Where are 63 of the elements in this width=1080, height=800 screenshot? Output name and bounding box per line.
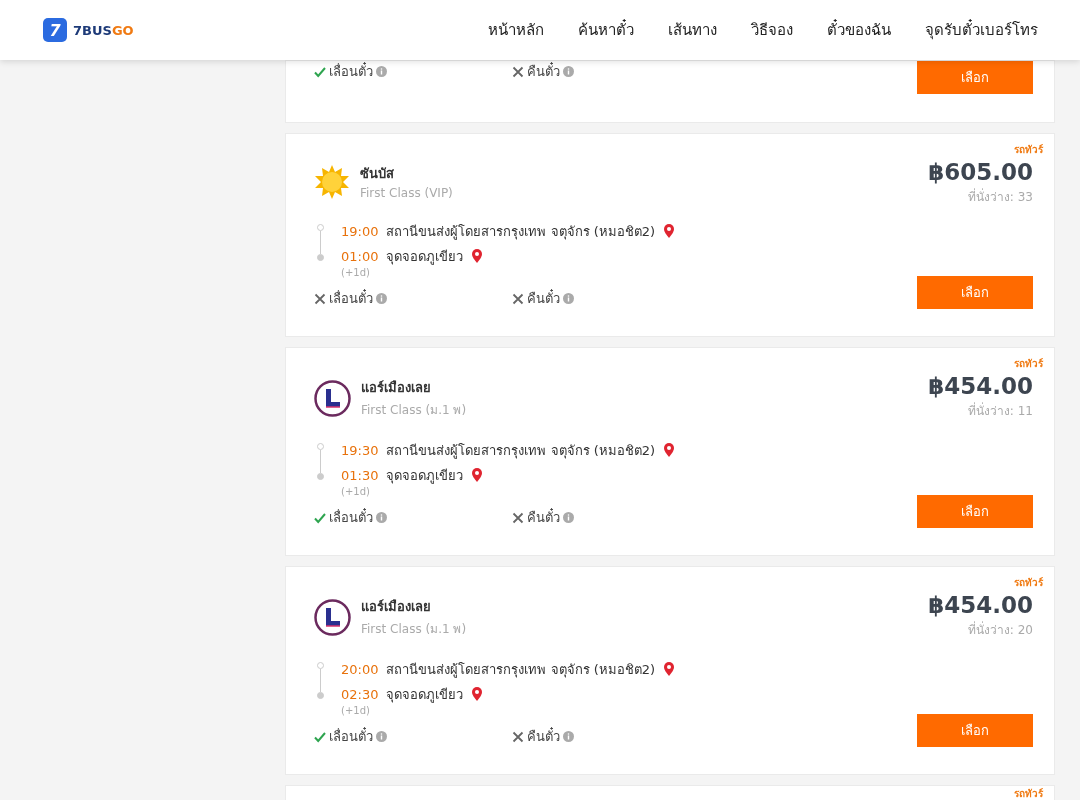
nav-link[interactable]: ตั๋วของฉัน [827,18,891,42]
stop-time: 02:30 [341,687,379,702]
map-pin-icon[interactable] [471,686,484,703]
info-icon[interactable] [376,293,387,304]
day-offset: (+1d) [341,267,371,278]
feature-label: คืนตั๋ว [527,288,560,308]
day-offset: (+1d) [341,486,371,497]
price: ฿454.00 [928,592,1033,618]
price: ฿454.00 [928,373,1033,399]
feature-label: เลื่อนตั๋ว [329,507,373,527]
stop-place: สถานีขนส่งผู้โดยสารกรุงเทพ จตุจักร (หมอชิต2) [386,441,656,461]
feature-label: เลื่อนตั๋ว [329,726,373,746]
stop-time: 01:30 [341,468,379,483]
info-icon[interactable] [563,293,574,304]
bus-type-tag: รถทัวร์ [1014,356,1043,371]
sun-logo-icon [314,163,350,200]
stop-time: 20:00 [341,661,379,677]
info-icon[interactable] [376,66,387,77]
stop-place: สถานีขนส่งผู้โดยสารกรุงเทพ จตุจักร (หมอชิต2) [386,660,656,680]
nav-link[interactable]: หน้าหลัก [488,18,544,42]
operator-name: แอร์เมืองเลย [361,598,432,616]
seats-available: ที่นั่งว่าง: 11 [967,401,1033,420]
operator-name: แอร์เมืองเลย [361,379,432,397]
stop-place: สถานีขนส่งผู้โดยสารกรุงเทพ จตุจักร (หมอชิต2) [386,222,656,242]
seats-available: ที่นั่งว่าง: 20 [967,620,1033,639]
map-pin-icon[interactable] [471,248,484,265]
map-pin-icon[interactable] [663,441,676,459]
feature-label: เลื่อนตั๋ว [329,61,373,81]
map-pin-icon[interactable] [663,222,676,240]
site-logo[interactable]: 7 7BUSGO [43,18,134,42]
stop-time: 19:00 [341,223,379,239]
nav-link[interactable]: วิธีจอง [751,18,793,42]
feature-label: คืนตั๋ว [527,726,560,746]
feature-label: คืนตั๋ว [527,507,560,527]
info-icon[interactable] [376,731,387,742]
seats-available: ที่นั่งว่าง: 33 [967,187,1033,206]
nav-link[interactable]: จุดรับตั๋วเบอร์โทร [925,18,1038,42]
info-icon[interactable] [563,512,574,523]
map-pin-icon[interactable] [663,660,676,678]
map-pin-icon[interactable] [471,467,484,484]
info-icon[interactable] [376,512,387,523]
bus-type-tag: รถทัวร์ [1014,575,1043,590]
stop-place: จุดจอดภูเขียว [386,686,464,705]
price: ฿605.00 [928,159,1033,185]
info-icon[interactable] [563,66,574,77]
bus-class: First Class (ม.1 พ) [361,402,467,419]
bus-type-tag: รถทัวร์ [1014,142,1043,157]
operator-name: ซันบัส [360,165,395,183]
feature-label: คืนตั๋ว [527,61,560,81]
bus-class: First Class (VIP) [360,186,453,200]
stop-place: จุดจอดภูเขียว [386,467,464,486]
stop-time: 01:00 [341,249,379,264]
operator-logo-icon [314,598,351,636]
day-offset: (+1d) [341,705,371,716]
feature-label: เลื่อนตั๋ว [329,288,373,308]
nav-link[interactable]: เส้นทาง [668,18,717,42]
nav-link[interactable]: ค้นหาตั๋ว [578,18,634,42]
info-icon[interactable] [563,731,574,742]
bus-class: First Class (ม.1 พ) [361,621,467,638]
stop-place: จุดจอดภูเขียว [386,248,464,267]
stop-time: 19:30 [341,442,379,458]
bus-type-tag: รถทัวร์ [1014,786,1043,800]
operator-logo-icon [314,379,351,417]
